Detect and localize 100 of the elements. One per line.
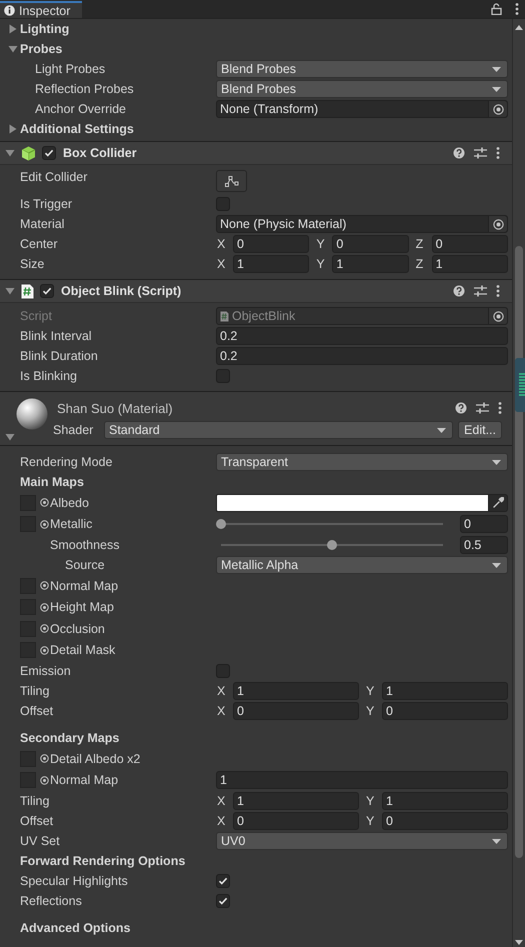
field-label: Source xyxy=(65,558,105,572)
side-tab-icon[interactable] xyxy=(515,358,525,412)
inspector-tab[interactable]: Inspector xyxy=(0,1,82,18)
slider-thumb[interactable] xyxy=(327,540,337,550)
field-label: Detail Albedo x2 xyxy=(50,752,140,766)
input-field[interactable]: 0 xyxy=(332,235,409,253)
field-label: Size xyxy=(20,257,44,271)
scroll-down-icon[interactable] xyxy=(515,940,523,945)
texture-picker-icon[interactable] xyxy=(40,602,49,612)
help-icon[interactable] xyxy=(453,147,465,159)
foldout-label[interactable]: Lighting xyxy=(20,22,70,36)
checkbox[interactable] xyxy=(216,664,230,678)
field-label: Offset xyxy=(20,814,54,828)
checkbox[interactable] xyxy=(42,146,56,160)
help-icon[interactable] xyxy=(455,402,467,414)
more-menu-icon[interactable] xyxy=(496,285,500,297)
dropdown[interactable]: Blend Probes xyxy=(216,60,508,78)
color-field[interactable] xyxy=(216,494,489,512)
edit-collider-button[interactable] xyxy=(216,170,247,192)
axis-label: Z xyxy=(414,237,424,251)
checkbox[interactable] xyxy=(216,197,230,211)
object-picker-icon[interactable] xyxy=(492,104,504,114)
input-field[interactable]: 0 xyxy=(382,812,508,830)
dropdown[interactable]: Standard xyxy=(104,421,454,439)
axis-label: Y xyxy=(365,814,376,828)
foldout-arrow-icon[interactable] xyxy=(5,432,15,442)
section-heading: Main Maps xyxy=(20,475,84,489)
checkbox[interactable] xyxy=(216,874,230,888)
help-icon[interactable] xyxy=(453,285,465,297)
component-header[interactable]: Box Collider xyxy=(0,141,512,165)
scroll-up-icon[interactable] xyxy=(515,25,523,30)
component-header[interactable]: Object Blink (Script) xyxy=(0,279,512,303)
foldout-arrow-icon[interactable] xyxy=(5,286,15,296)
dropdown[interactable]: Transparent xyxy=(216,453,508,471)
input-field[interactable]: 0 xyxy=(233,702,359,720)
input-field[interactable]: 1 xyxy=(382,682,508,700)
object-picker-icon[interactable] xyxy=(492,310,504,322)
input-field[interactable]: 1 xyxy=(332,255,409,273)
field-label: Light Probes xyxy=(35,62,106,76)
script-icon xyxy=(220,310,229,322)
texture-picker-icon[interactable] xyxy=(40,581,49,590)
more-menu-icon[interactable] xyxy=(515,3,519,15)
foldout-arrow-icon[interactable] xyxy=(8,44,18,54)
axis-label: X xyxy=(216,257,226,271)
object-picker-icon[interactable] xyxy=(492,218,504,230)
texture-picker-icon[interactable] xyxy=(40,776,49,785)
sphere-icon xyxy=(16,398,48,430)
dropdown[interactable]: UV0 xyxy=(216,832,508,850)
sliders-icon[interactable] xyxy=(474,147,487,159)
input-field[interactable]: 0 xyxy=(233,812,359,830)
checkbox[interactable] xyxy=(216,369,230,383)
sliders-icon[interactable] xyxy=(476,402,489,414)
object-field[interactable]: None (Physic Material) xyxy=(216,215,508,233)
texture-picker-icon[interactable] xyxy=(40,754,49,764)
input-field[interactable]: 0.2 xyxy=(216,327,508,345)
eyedropper-icon[interactable] xyxy=(492,497,504,508)
field-label: Material xyxy=(20,217,64,231)
slider-thumb[interactable] xyxy=(216,519,226,530)
axis-label: X xyxy=(216,237,226,251)
texture-picker-icon[interactable] xyxy=(40,624,49,634)
input-field[interactable]: 1 xyxy=(233,255,310,273)
input-field[interactable]: 0 xyxy=(432,235,508,253)
more-menu-icon[interactable] xyxy=(496,147,500,159)
field-label: Smoothness xyxy=(50,538,120,552)
input-field[interactable]: 1 xyxy=(432,255,508,273)
foldout-arrow-icon[interactable] xyxy=(8,24,18,34)
input-field[interactable]: 1 xyxy=(382,792,508,810)
object-field[interactable]: None (Transform) xyxy=(216,100,508,118)
cube-icon xyxy=(21,146,36,160)
input-field[interactable]: 1 xyxy=(233,792,359,810)
input-field[interactable]: 0 xyxy=(233,235,310,253)
input-field[interactable]: 0 xyxy=(460,515,508,534)
input-field[interactable]: 1 xyxy=(216,771,508,790)
texture-picker-icon[interactable] xyxy=(40,498,49,508)
field-label: UV Set xyxy=(20,834,60,848)
checkbox[interactable] xyxy=(40,284,54,298)
section-heading: Forward Rendering Options xyxy=(20,854,186,868)
input-field[interactable]: 0.5 xyxy=(460,536,508,554)
field-label: Detail Mask xyxy=(50,643,116,658)
scrollbar-thumb[interactable] xyxy=(515,246,523,858)
dropdown[interactable]: Metallic Alpha xyxy=(216,556,508,574)
foldout-label[interactable]: Additional Settings xyxy=(20,122,134,136)
texture-picker-icon[interactable] xyxy=(40,520,49,529)
info-icon xyxy=(4,5,15,16)
field-label: Script xyxy=(20,309,52,323)
edit-button[interactable]: Edit... xyxy=(458,421,502,439)
input-field[interactable]: 0 xyxy=(382,702,508,720)
foldout-label[interactable]: Probes xyxy=(20,42,62,56)
input-field[interactable]: 1 xyxy=(233,682,359,700)
foldout-arrow-icon[interactable] xyxy=(8,124,18,134)
input-field[interactable]: 0.2 xyxy=(216,347,508,365)
dropdown[interactable]: Blend Probes xyxy=(216,80,508,98)
axis-label: Z xyxy=(414,257,424,271)
texture-picker-icon[interactable] xyxy=(40,646,49,655)
more-menu-icon[interactable] xyxy=(498,402,502,414)
sliders-icon[interactable] xyxy=(474,285,487,297)
checkbox[interactable] xyxy=(216,894,230,908)
field-label: Rendering Mode xyxy=(20,455,112,469)
foldout-arrow-icon[interactable] xyxy=(5,148,15,158)
lock-icon[interactable] xyxy=(491,3,502,15)
